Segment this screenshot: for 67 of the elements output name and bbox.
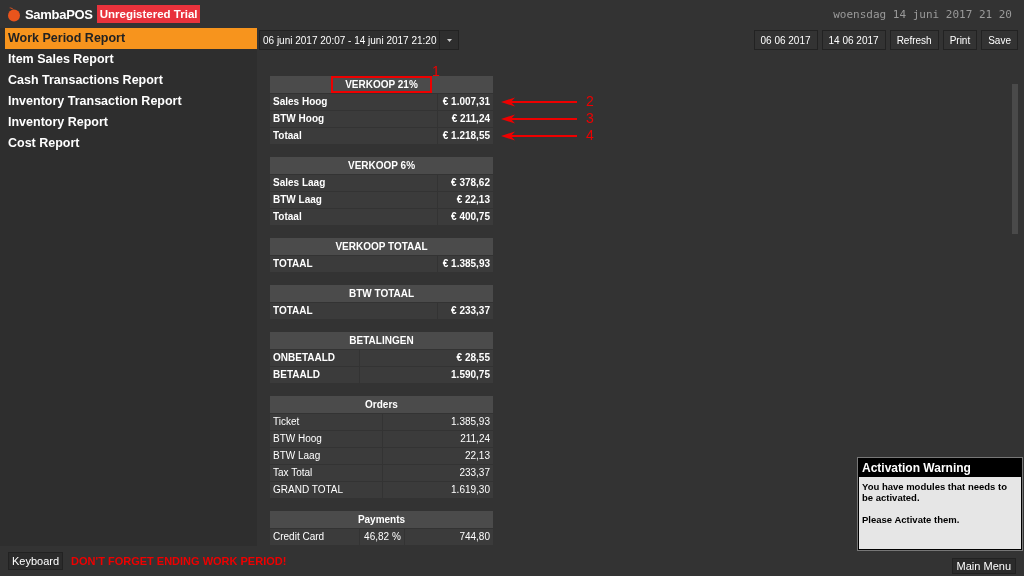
- clock: woensdag 14 juni 2017 21 20: [833, 7, 1013, 21]
- table-cell-text: TOTAAL: [272, 304, 314, 318]
- sidebar-item[interactable]: Cash Transactions Report: [5, 70, 257, 91]
- table-cell: 1.385,93: [381, 414, 493, 430]
- table-header: VERKOOP TOTAAL: [334, 240, 429, 254]
- dropdown-caret-icon: [447, 38, 452, 42]
- table-cell: € 1.385,93: [437, 256, 493, 272]
- popup-title: Activation Warning: [859, 459, 1021, 477]
- table-cell-text: Sales Laag: [272, 176, 327, 190]
- highlighted-table-header: VERKOOP 21%: [331, 76, 432, 93]
- table-cell: 46,82 %: [359, 529, 404, 545]
- table-cell-text: Totaal: [272, 210, 303, 224]
- main-menu-button[interactable]: Main Menu: [951, 558, 1016, 574]
- annotation-number: 4: [586, 128, 594, 142]
- toolbar-button[interactable]: Save: [981, 30, 1018, 50]
- sidebar-item[interactable]: Inventory Transaction Report: [5, 91, 257, 112]
- table-cell: € 22,13: [437, 192, 493, 208]
- table-cell-text: Ticket: [272, 415, 301, 429]
- table-cell: € 233,37: [437, 303, 493, 319]
- popup-message: You have modules that needs to be activated.: [862, 481, 1008, 503]
- work-period-warning: DON'T FORGET ENDING WORK PERIOD!: [71, 555, 287, 567]
- table-cell-text: BTW Laag: [272, 449, 322, 463]
- table-cell-text: BETAALD: [272, 368, 322, 382]
- table-header: BETALINGEN: [348, 334, 415, 348]
- table-cell-text: Sales Hoog: [272, 95, 329, 109]
- table-header: VERKOOP 6%: [346, 159, 417, 173]
- period-dropdown[interactable]: 06 juni 2017 20:07 - 14 juni 2017 21:20: [259, 30, 460, 50]
- logo-icon: [7, 6, 21, 22]
- table-cell-text: BTW Hoog: [272, 112, 326, 126]
- table-cell: 22,13: [381, 448, 493, 464]
- start-date-field[interactable]: 06 06 2017: [753, 30, 818, 50]
- table-cell: 744,80: [403, 529, 493, 545]
- sidebar-item[interactable]: Inventory Report: [5, 112, 257, 133]
- table-header: BTW TOTAAL: [347, 287, 416, 301]
- table-cell-text: BTW Hoog: [272, 432, 323, 446]
- table-header: Payments: [356, 513, 407, 527]
- annotation-number: 2: [586, 94, 594, 108]
- table-cell: € 1.007,31: [437, 94, 493, 110]
- sidebar-item[interactable]: Work Period Report: [5, 28, 257, 49]
- sidebar-item[interactable]: Cost Report: [5, 133, 257, 154]
- table-cell-text: BTW Laag: [272, 193, 323, 207]
- annotation-number: 1: [432, 64, 440, 78]
- end-date-field[interactable]: 14 06 2017: [821, 30, 886, 50]
- toolbar-button[interactable]: Print: [942, 30, 978, 50]
- table-cell: € 400,75: [437, 209, 493, 225]
- table-cell: € 211,24: [437, 111, 493, 127]
- table-cell-text: ONBETAALD: [272, 351, 337, 365]
- table-cell: 233,37: [381, 465, 493, 481]
- trial-badge: Unregistered Trial: [96, 5, 201, 23]
- table-cell: 1.619,30: [381, 482, 493, 498]
- table-cell-text: GRAND TOTAL: [272, 483, 344, 497]
- table-cell-text: Credit Card: [272, 530, 326, 544]
- table-cell: 1.590,75: [359, 367, 493, 383]
- table-cell-text: Totaal: [272, 129, 303, 143]
- sidebar-item[interactable]: Item Sales Report: [5, 49, 257, 70]
- table-cell: € 1.218,55: [437, 128, 493, 144]
- table-header: Orders: [364, 398, 399, 412]
- toolbar-button[interactable]: Refresh: [889, 30, 939, 50]
- table-cell: € 378,62: [437, 175, 493, 191]
- app-logo: SambaPOS: [25, 6, 93, 22]
- popup-message: Please Activate them.: [862, 514, 961, 525]
- table-cell-text: TOTAAL: [272, 257, 314, 271]
- table-cell: 211,24: [381, 431, 493, 447]
- table-cell-text: Tax Total: [272, 466, 314, 480]
- keyboard-button[interactable]: Keyboard: [8, 552, 64, 570]
- table-cell: € 28,55: [359, 350, 493, 366]
- annotation-number: 3: [586, 111, 594, 125]
